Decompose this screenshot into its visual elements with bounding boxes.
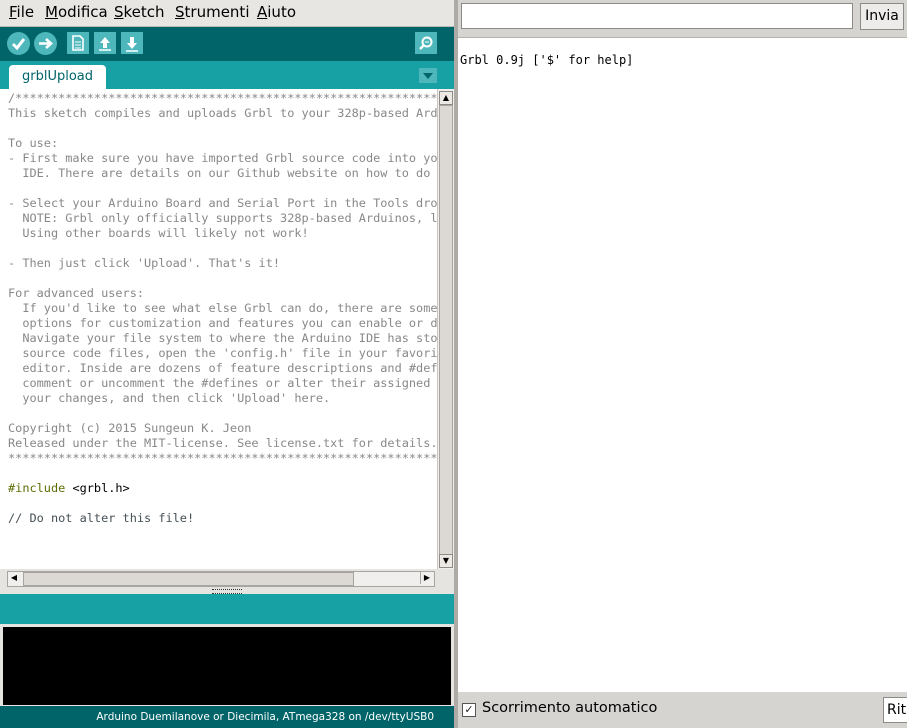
code-line: Released under the MIT-license. See lice… xyxy=(8,436,437,450)
code-line: This sketch compiles and uploads Grbl to… xyxy=(8,106,437,120)
code-line: If you'd like to see what else Grbl can … xyxy=(22,301,437,315)
console-output xyxy=(3,627,451,705)
code-editor[interactable]: /***************************************… xyxy=(0,89,437,569)
code-line: For advanced users: xyxy=(8,286,145,300)
menu-strumenti-mnemonic: S xyxy=(175,3,185,21)
arrow-down-icon xyxy=(126,37,138,52)
board-port-status: Arduino Duemilanove or Diecimila, ATmega… xyxy=(96,711,434,723)
menu-modifica[interactable]: Modifica xyxy=(45,3,108,21)
code-line: your changes, and then click 'Upload' he… xyxy=(8,391,331,405)
tab-menu-button[interactable] xyxy=(419,68,437,83)
menu-file[interactable]: File xyxy=(9,3,34,21)
menu-strumenti-rest: trumenti xyxy=(184,3,250,21)
menu-sketch-rest: ketch xyxy=(123,3,165,21)
code-line: To use: xyxy=(8,136,59,150)
magnifier-icon xyxy=(419,36,433,50)
arduino-ide-window: File Modifica Sketch Strumenti Aiuto grb… xyxy=(0,0,454,728)
serial-output-text: Grbl 0.9j ['$' for help] xyxy=(460,53,634,67)
code-line: NOTE: Grbl only officially supports 328p… xyxy=(22,211,437,225)
code-line: - First make sure you have imported Grbl… xyxy=(8,151,437,165)
menu-sketch-mnemonic: S xyxy=(114,3,124,21)
upload-button[interactable] xyxy=(34,32,57,55)
menu-sketch[interactable]: Sketch xyxy=(114,3,165,21)
horizontal-scroll-thumb[interactable] xyxy=(23,572,354,586)
tab-bar: grblUpload xyxy=(0,61,454,89)
code-line: #include <grbl.h> xyxy=(8,481,437,496)
check-icon xyxy=(11,38,26,51)
menu-bar: File Modifica Sketch Strumenti Aiuto xyxy=(0,0,454,27)
arrow-up-icon xyxy=(99,37,111,51)
code-line: - Select your Arduino Board and Serial P… xyxy=(8,196,437,210)
toolbar xyxy=(0,27,454,61)
arrow-right-icon xyxy=(39,38,53,49)
code-line: - Then just click 'Upload'. That's it! xyxy=(8,256,281,270)
verify-button[interactable] xyxy=(7,32,30,55)
scroll-down-button[interactable]: ▼ xyxy=(439,554,453,568)
menu-file-mnemonic: F xyxy=(9,3,17,21)
code-line: IDE. There are details on our Github web… xyxy=(8,166,437,180)
code-line: // Do not alter this file! xyxy=(8,511,195,525)
serial-monitor-window: Invia Grbl 0.9j ['$' for help] ✓ Scorrim… xyxy=(458,0,907,728)
send-button[interactable]: Invia xyxy=(860,3,904,30)
horizontal-scrollbar[interactable]: ◀ ▶ xyxy=(7,571,435,587)
code-line: options for customization and features y… xyxy=(22,316,437,330)
tab-grblupload[interactable]: grblUpload xyxy=(9,65,106,89)
serial-output[interactable]: Grbl 0.9j ['$' for help] xyxy=(458,37,907,692)
scroll-right-button[interactable]: ▶ xyxy=(420,572,433,584)
serial-send-input[interactable] xyxy=(461,3,853,29)
menu-aiuto-mnemonic: A xyxy=(257,3,268,21)
code-line: source code files, open the 'config.h' f… xyxy=(22,346,437,360)
menu-strumenti[interactable]: Strumenti xyxy=(175,3,249,21)
code-line: /***************************************… xyxy=(8,91,437,105)
code-line: comment or uncomment the #defines or alt… xyxy=(22,376,431,390)
vertical-scrollbar[interactable]: ▲ ▼ xyxy=(437,89,454,569)
scroll-up-button[interactable]: ▲ xyxy=(439,91,453,105)
chevron-down-icon xyxy=(423,73,433,79)
scroll-left-button[interactable]: ◀ xyxy=(8,572,20,584)
footer-bar: Arduino Duemilanove or Diecimila, ATmega… xyxy=(0,706,454,728)
new-file-icon xyxy=(72,35,84,51)
menu-file-rest: ile xyxy=(16,3,35,21)
message-area xyxy=(0,594,454,624)
menu-modifica-mnemonic: M xyxy=(45,3,58,21)
new-sketch-button[interactable] xyxy=(67,32,89,54)
preprocessor-keyword: #include xyxy=(8,481,66,495)
code-line: Copyright (c) 2015 Sungeun K. Jeon xyxy=(8,421,252,435)
code-line: Using other boards will likely not work! xyxy=(8,226,309,240)
vertical-scroll-thumb[interactable] xyxy=(439,105,453,555)
menu-aiuto-rest: iuto xyxy=(267,3,296,21)
include-target: <grbl.h> xyxy=(65,481,130,495)
code-line: editor. Inside are dozens of feature des… xyxy=(22,361,437,375)
code-line: Navigate your file system to where the A… xyxy=(22,331,437,345)
open-sketch-button[interactable] xyxy=(94,32,116,54)
menu-modifica-rest: odifica xyxy=(57,3,108,21)
menu-aiuto[interactable]: Aiuto xyxy=(257,3,296,21)
code-text: /***************************************… xyxy=(8,91,437,526)
autoscroll-label: Scorrimento automatico xyxy=(482,700,658,716)
autoscroll-checkbox[interactable]: ✓ xyxy=(462,703,476,717)
save-sketch-button[interactable] xyxy=(121,32,143,54)
line-ending-select[interactable]: Rit xyxy=(883,697,907,723)
serial-monitor-button[interactable] xyxy=(415,32,437,54)
code-line: ****************************************… xyxy=(8,451,437,465)
